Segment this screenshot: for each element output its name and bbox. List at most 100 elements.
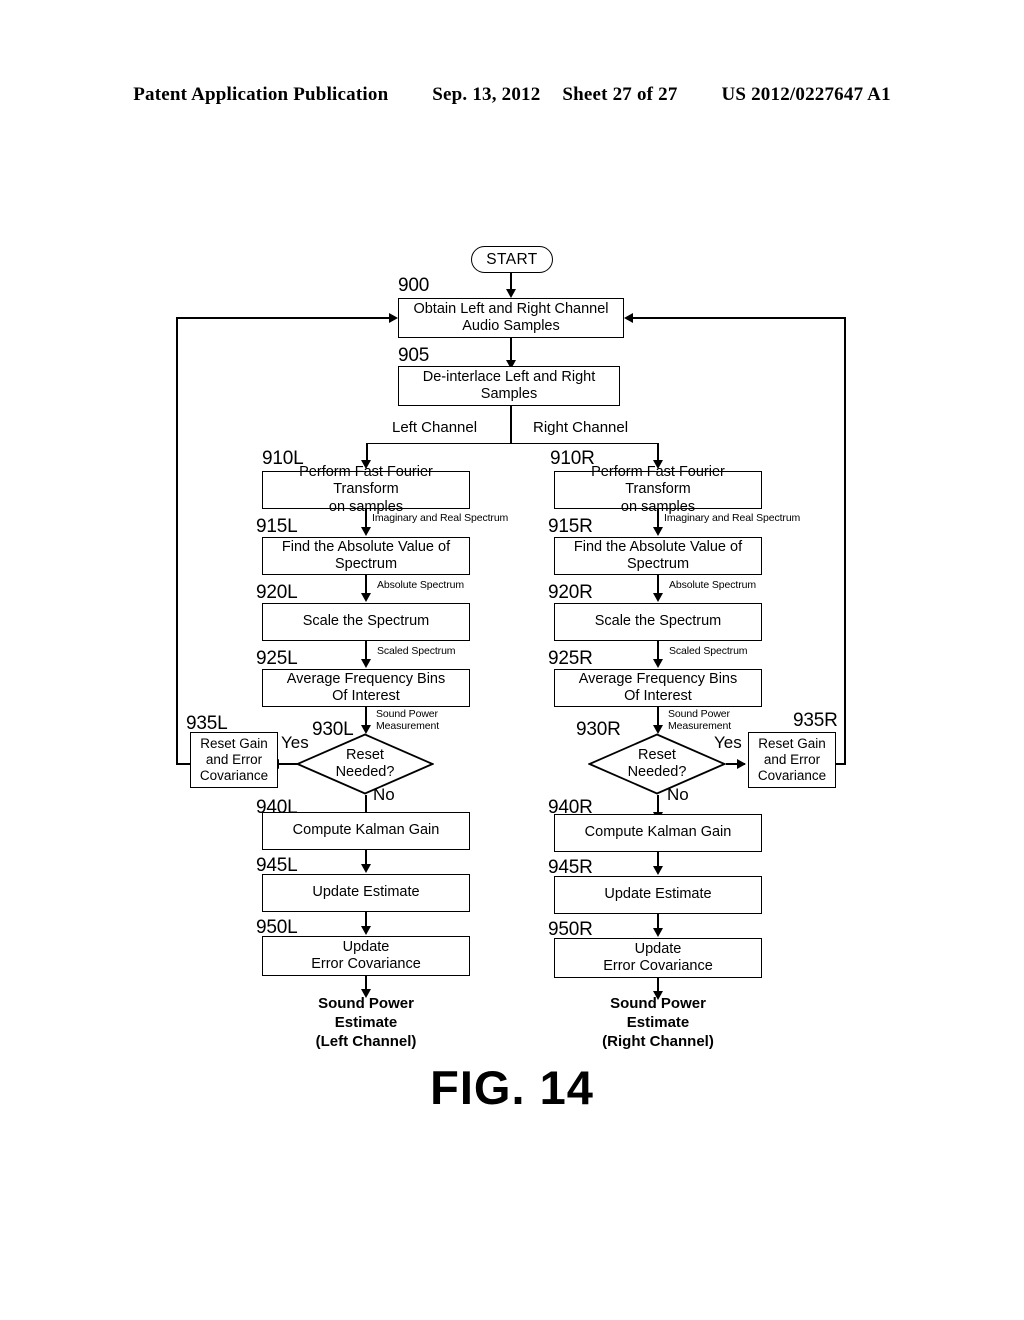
label-yes-left: Yes	[281, 733, 309, 752]
box-910L-line1: Perform Fast Fourier Transform	[299, 464, 433, 498]
box-935R-line1: Reset Gain	[758, 736, 826, 752]
process-update-estimate-right: Update Estimate	[554, 876, 762, 914]
connector-915R-to-920R	[657, 575, 659, 595]
box-940R-line1: Compute Kalman Gain	[584, 824, 732, 841]
arrowhead-915R-to-920R	[652, 593, 663, 602]
arrowhead-start-to-900	[505, 289, 516, 298]
ref-925L: 925L	[256, 648, 298, 669]
box-950L-line2: Error Covariance	[311, 956, 421, 972]
terminal-right-line2: Estimate	[626, 1014, 690, 1032]
connector-910L-to-915L	[365, 509, 367, 529]
box-915R-line2: Spectrum	[626, 556, 690, 572]
label-left-channel: Left Channel	[392, 419, 478, 436]
box-935R-line2: and Error	[763, 752, 821, 768]
box-915L-line1: Find the Absolute Value of	[281, 538, 451, 555]
process-deinterlace-samples: De-interlace Left and Right Samples	[398, 366, 620, 406]
header-patent-number: US 2012/0227647 A1	[721, 84, 891, 105]
process-reset-gain-left: Reset Gain and Error Covariance	[190, 732, 278, 788]
terminal-right-line1: Sound Power	[610, 995, 706, 1012]
header-date: Sep. 13, 2012	[432, 84, 541, 105]
decision-reset-needed-right: Reset Needed?	[588, 733, 726, 795]
edge-note-scaled-spectrum-right: Scaled Spectrum	[669, 645, 748, 657]
edge-note-imaginary-real-right: Imaginary and Real Spectrum	[664, 512, 801, 524]
ref-935R: 935R	[793, 710, 838, 731]
arrowhead-930R-yes	[737, 758, 746, 769]
box-905-line1: De-interlace Left and Right	[422, 368, 596, 385]
connector-930L-yes	[278, 763, 300, 765]
process-average-bins-left: Average Frequency Bins Of Interest	[262, 669, 470, 707]
terminal-left-line2: Estimate	[334, 1014, 398, 1032]
ref-900: 900	[398, 275, 430, 296]
arrowhead-feedback-left-into-900	[389, 313, 398, 323]
split-bus-horizontal	[366, 442, 659, 445]
connector-915L-to-920L	[365, 575, 367, 595]
label-no-right: No	[667, 785, 689, 804]
process-average-bins-right: Average Frequency Bins Of Interest	[554, 669, 762, 707]
box-905-line2: Samples	[480, 386, 538, 402]
feedback-left-riser	[176, 317, 178, 764]
arrowhead-feedback-right-into-900	[624, 313, 633, 323]
process-update-estimate-left: Update Estimate	[262, 874, 470, 912]
ref-920L: 920L	[256, 582, 298, 603]
connector-905-to-split	[510, 406, 512, 444]
arrowhead-945L-to-950L	[360, 926, 371, 935]
terminal-left-line3: (Left Channel)	[315, 1033, 417, 1051]
connector-920R-to-925R	[657, 641, 659, 661]
connector-900-to-905	[510, 338, 512, 362]
box-945L-line1: Update Estimate	[312, 884, 420, 901]
start-terminator: START	[471, 246, 553, 273]
box-935L-line3: Covariance	[199, 767, 269, 783]
feedback-left-stub	[176, 763, 190, 765]
edge-note-scaled-spectrum-left: Scaled Spectrum	[377, 645, 456, 657]
box-925R-line1: Average Frequency Bins	[578, 670, 738, 687]
label-right-channel: Right Channel	[533, 419, 629, 436]
edge-note-sound-power-left-line2: Measurement	[376, 720, 440, 732]
box-935L-line1: Reset Gain	[200, 736, 268, 752]
box-930R-line2: Needed?	[627, 764, 687, 780]
box-945R-line1: Update Estimate	[604, 886, 712, 903]
connector-910R-to-915R	[657, 509, 659, 529]
start-label: START	[486, 250, 538, 268]
connector-start-to-900	[510, 273, 512, 290]
arrowhead-910R-to-915R	[652, 527, 663, 536]
feedback-left-top	[176, 317, 390, 319]
terminal-right-line3: (Right Channel)	[602, 1033, 714, 1051]
box-935R-line3: Covariance	[757, 767, 827, 783]
box-925L-line1: Average Frequency Bins	[286, 670, 446, 687]
box-930R-line1: Reset	[638, 746, 676, 763]
edge-note-absolute-spectrum-right: Absolute Spectrum	[669, 579, 757, 591]
edge-note-imaginary-real-left: Imaginary and Real Spectrum	[372, 512, 509, 524]
process-absolute-value-left: Find the Absolute Value of Spectrum	[262, 537, 470, 575]
process-scale-spectrum-right: Scale the Spectrum	[554, 603, 762, 641]
label-no-left: No	[373, 785, 395, 804]
edge-note-sound-power-right-line1: Sound Power	[668, 708, 730, 720]
edge-note-sound-power-left-line1: Sound Power	[376, 708, 438, 720]
box-935L-line2: and Error	[205, 752, 263, 768]
box-910R-line1: Perform Fast Fourier Transform	[591, 464, 725, 498]
process-update-error-covariance-right: Update Error Covariance	[554, 938, 762, 978]
edge-note-sound-power-right-line2: Measurement	[668, 720, 732, 732]
ref-925R: 925R	[548, 648, 593, 669]
terminal-left-line1: Sound Power	[318, 995, 414, 1012]
box-900-line1: Obtain Left and Right Channel	[413, 300, 609, 317]
feedback-right-top	[633, 317, 846, 319]
box-940L-line1: Compute Kalman Gain	[292, 822, 440, 839]
arrowhead-915L-to-920L	[360, 593, 371, 602]
arrowhead-910L-to-915L	[360, 527, 371, 536]
box-950R-line2: Error Covariance	[603, 958, 713, 974]
feedback-right-riser	[844, 317, 846, 764]
patent-figure-page: Patent Application Publication Sep. 13, …	[0, 0, 1024, 1320]
box-930L-line2: Needed?	[335, 764, 395, 780]
box-950R-line1: Update	[634, 940, 682, 957]
process-obtain-audio-samples: Obtain Left and Right Channel Audio Samp…	[398, 298, 624, 338]
ref-915L: 915L	[256, 516, 298, 537]
process-scale-spectrum-left: Scale the Spectrum	[262, 603, 470, 641]
ref-920R: 920R	[548, 582, 593, 603]
box-950L-line1: Update	[342, 938, 390, 955]
process-compute-kalman-gain-right: Compute Kalman Gain	[554, 814, 762, 852]
process-fft-left: Perform Fast Fourier Transform on sample…	[262, 464, 470, 515]
arrowhead-945R-to-950R	[652, 928, 663, 937]
publication-header: Patent Application Publication Sep. 13, …	[0, 84, 1024, 106]
connector-920L-to-925L	[365, 641, 367, 661]
process-compute-kalman-gain-left: Compute Kalman Gain	[262, 812, 470, 850]
